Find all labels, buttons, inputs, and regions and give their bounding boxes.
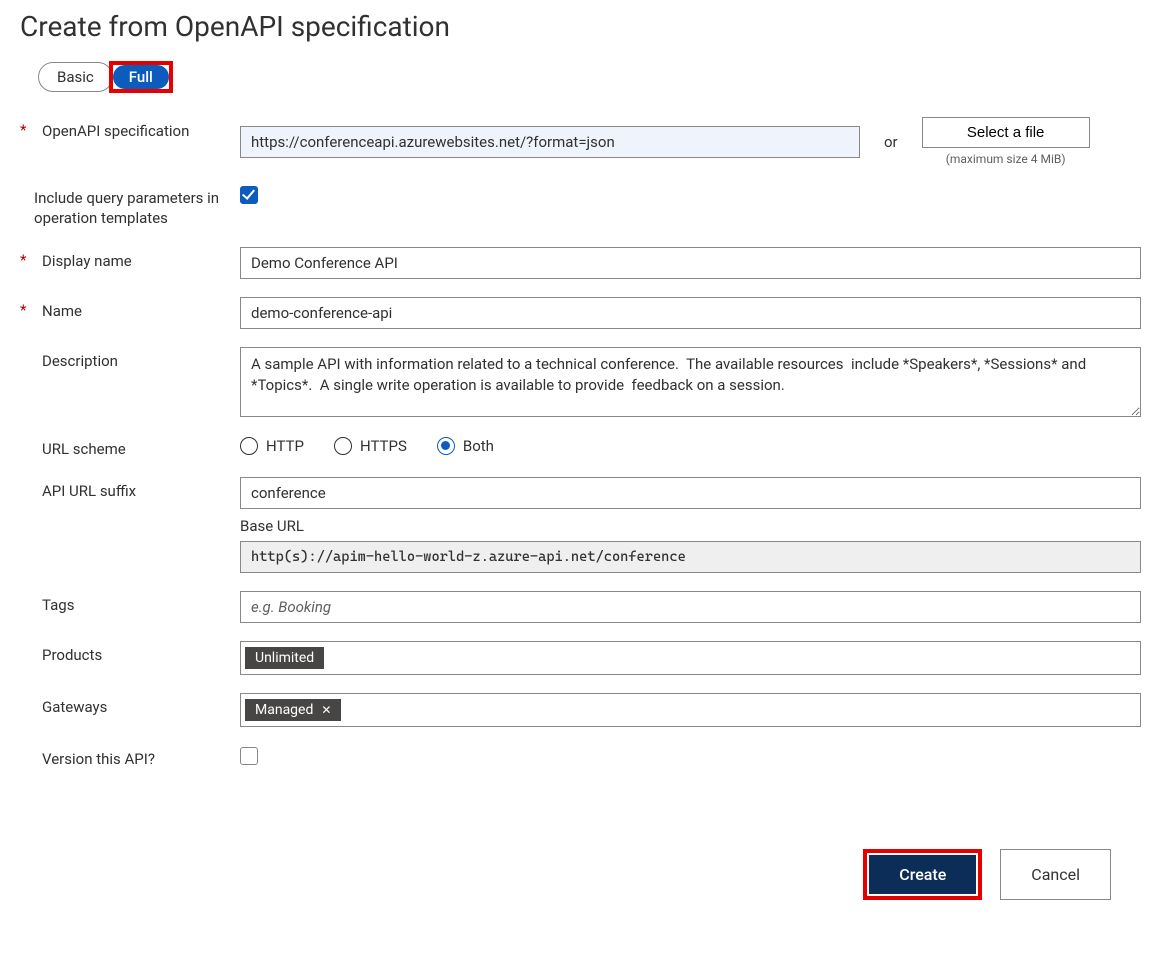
max-size-hint: (maximum size 4 MiB) [946,152,1066,166]
close-icon[interactable]: ✕ [321,703,331,717]
page-title: Create from OpenAPI specification [20,10,1141,43]
label-gateways: Gateways [42,697,107,717]
or-text: or [878,133,904,151]
label-products: Products [42,645,102,665]
gateways-input[interactable]: Managed ✕ [240,693,1141,727]
display-name-input[interactable] [240,247,1141,279]
products-input[interactable]: Unlimited [240,641,1141,675]
create-button[interactable]: Create [869,855,976,894]
description-textarea[interactable]: A sample API with information related to… [240,347,1141,417]
view-toggle: Basic [38,62,113,92]
gateway-chip-label: Managed [255,702,313,718]
radio-both[interactable]: Both [437,437,494,455]
url-suffix-input[interactable] [240,477,1141,509]
toggle-basic[interactable]: Basic [41,65,110,89]
label-version-api: Version this API? [42,749,155,769]
radio-https[interactable]: HTTPS [334,437,407,455]
version-api-checkbox[interactable] [240,747,258,765]
radio-both-label: Both [463,437,494,455]
radio-http[interactable]: HTTP [240,437,304,455]
label-display-name: Display name [42,251,132,271]
label-openapi-spec: OpenAPI specification [42,121,189,141]
product-chip-label: Unlimited [255,650,314,666]
toggle-full[interactable]: Full [113,65,169,89]
name-input[interactable] [240,297,1141,329]
label-url-scheme: URL scheme [42,439,126,459]
gateway-chip[interactable]: Managed ✕ [245,699,341,721]
label-base-url: Base URL [240,517,1141,535]
base-url-value: http(s)://apim-hello-world-z.azure-api.n… [240,541,1141,573]
label-name: Name [42,301,82,321]
select-file-button[interactable]: Select a file [922,117,1090,148]
cancel-button[interactable]: Cancel [1000,849,1111,900]
required-marker: * [20,121,42,139]
include-query-checkbox[interactable] [240,186,258,204]
tags-input[interactable] [240,591,1141,623]
radio-https-label: HTTPS [360,437,407,455]
label-url-suffix: API URL suffix [42,481,136,501]
openapi-spec-input[interactable] [240,126,860,158]
product-chip[interactable]: Unlimited [245,647,324,669]
label-description: Description [42,351,118,371]
radio-http-label: HTTP [266,437,304,455]
label-include-query: Include query parameters in operation te… [34,188,240,229]
label-tags: Tags [42,595,74,615]
